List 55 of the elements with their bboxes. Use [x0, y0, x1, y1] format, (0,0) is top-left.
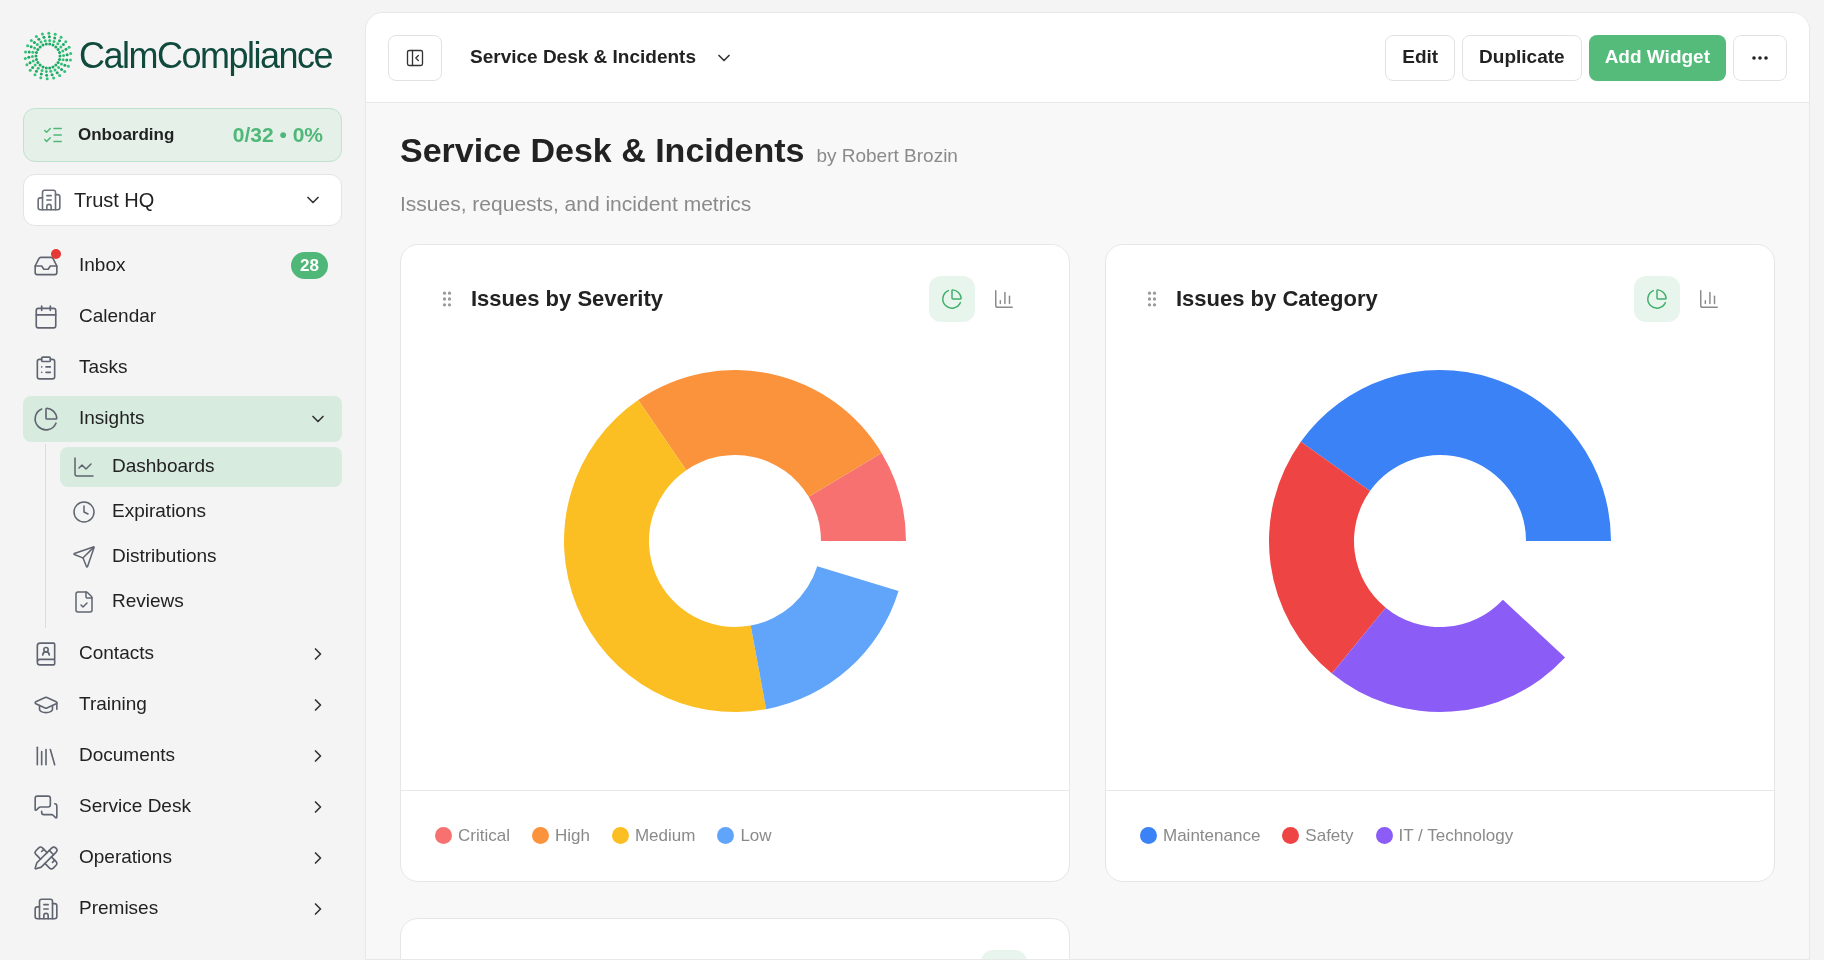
logo-text: CalmCompliance — [79, 34, 333, 78]
nav-subitem[interactable]: Reviews — [60, 581, 342, 622]
nav-item[interactable]: Insights — [23, 395, 342, 442]
nav-item[interactable]: Training — [23, 681, 342, 728]
file-check-icon — [72, 589, 96, 614]
nav-item[interactable]: Operations — [23, 834, 342, 881]
toolbar-button[interactable]: Edit — [1385, 34, 1456, 81]
page-title: Service Desk & Incidents — [400, 130, 805, 171]
pie-view-button[interactable] — [929, 275, 975, 322]
page-description: Issues, requests, and incident metrics — [400, 191, 753, 217]
pie-chart-icon — [33, 405, 59, 432]
nav-item[interactable]: Service Desk — [23, 783, 342, 830]
nav-item[interactable]: Inbox 28 — [23, 242, 342, 289]
count-badge: 28 — [291, 252, 328, 279]
send-icon — [72, 544, 96, 569]
nav-item[interactable]: Tasks — [23, 344, 342, 391]
bar-chart-icon — [993, 287, 1015, 310]
panel-left-icon — [405, 47, 425, 68]
nav-item[interactable]: Calendar — [23, 293, 342, 340]
clock-icon — [72, 499, 96, 524]
toolbar-button[interactable]: Duplicate — [1462, 34, 1582, 81]
pie-chart-icon — [1646, 287, 1668, 310]
building-icon — [36, 187, 62, 213]
line-chart-icon — [72, 454, 96, 479]
onboarding-button[interactable]: Onboarding 0/32 • 0% — [23, 108, 342, 162]
nav-subitem[interactable]: Dashboards — [60, 446, 342, 487]
pie-chart-icon — [941, 287, 963, 310]
pencil-ruler-icon — [33, 844, 59, 871]
chat-bubbles-icon — [33, 793, 59, 820]
legend-label: Safety — [1305, 824, 1354, 847]
legend-label: IT / Technology — [1398, 824, 1514, 847]
nav-subitem[interactable]: Distributions — [60, 536, 342, 577]
workspace-select[interactable]: Trust HQ — [23, 174, 342, 226]
logo-icon — [23, 31, 73, 81]
sidebar-toggle-button[interactable] — [388, 34, 442, 81]
legend-label: Low — [740, 824, 772, 847]
nav-item[interactable]: Premises — [23, 885, 342, 932]
onboarding-label: Onboarding — [78, 124, 175, 147]
legend-label: High — [554, 824, 590, 847]
pie-view-button[interactable] — [1634, 275, 1680, 322]
legend-label: Medium — [634, 824, 696, 847]
nav-subitem[interactable]: Expirations — [60, 491, 342, 532]
page-author: by Robert Brozin — [816, 144, 958, 168]
widget-title: Issues by Severity — [471, 285, 663, 313]
widget-title: Issues by Category — [1176, 285, 1378, 313]
legend-label: Maintenance — [1163, 824, 1261, 847]
dashboard-select[interactable]: Service Desk & Incidents — [470, 43, 734, 72]
onboarding-count: 0/32 • 0% — [232, 122, 323, 149]
nav-item[interactable]: Contacts — [23, 630, 342, 677]
legend-label: Critical — [458, 824, 510, 847]
nav-item[interactable]: Documents — [23, 732, 342, 779]
more-icon — [1752, 55, 1768, 60]
building-icon — [33, 895, 59, 922]
bar-chart-icon — [1698, 287, 1720, 310]
calendar-icon — [33, 303, 59, 330]
